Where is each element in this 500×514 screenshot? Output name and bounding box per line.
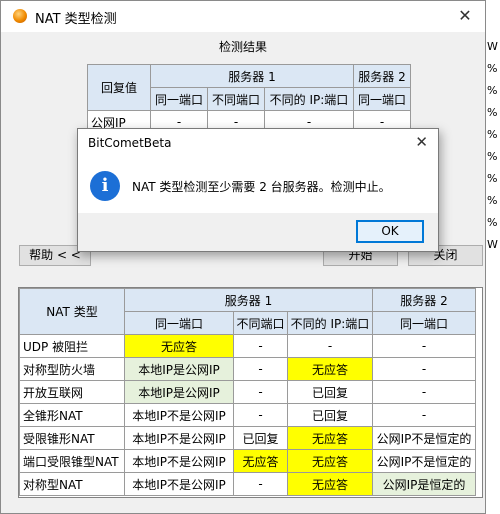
- header-server1: 服务器 1: [124, 288, 373, 312]
- info-icon: i: [90, 171, 120, 201]
- window-title: NAT 类型检测: [35, 12, 117, 27]
- table-row: UDP 被阻拦 无应答 - - -: [19, 334, 476, 358]
- nat-cell: 已回复: [233, 426, 288, 450]
- nat-cell: -: [233, 334, 288, 358]
- nat-cell: 无应答: [287, 426, 373, 450]
- sub-header: 同一端口: [150, 87, 208, 111]
- bitcomet-app-icon: [13, 9, 27, 23]
- nat-cell: 本地IP不是公网IP: [124, 449, 234, 473]
- table-row: 受限锥形NAT 本地IP不是公网IP 已回复 无应答 公网IP不是恒定的: [19, 426, 476, 450]
- nat-cell: 本地IP不是公网IP: [124, 403, 234, 427]
- dialog-title: BitCometBeta: [88, 136, 172, 150]
- nat-cell: -: [233, 357, 288, 381]
- header-nat-type: NAT 类型: [19, 288, 125, 335]
- nat-type-table: NAT 类型 服务器 1 服务器 2 同一端口 不同端口 不同的 IP:端口 同…: [19, 288, 476, 496]
- nat-cell: 无应答: [233, 449, 288, 473]
- nat-cell: -: [233, 380, 288, 404]
- nat-cell: 无应答: [287, 357, 373, 381]
- header-server2: 服务器 2: [372, 288, 476, 312]
- dialog-titlebar: BitCometBeta ✕: [78, 129, 438, 158]
- nat-type-label: 开放互联网: [19, 380, 125, 404]
- results-title: 检测结果: [218, 40, 267, 54]
- nat-type-label: 受限锥形NAT: [19, 426, 125, 450]
- ok-button[interactable]: OK: [356, 220, 424, 243]
- dialog-body: i NAT 类型检测至少需要 2 台服务器。检测中止。: [78, 158, 438, 213]
- results-table: 回复值 服务器 1 服务器 2 同一端口 不同端口 不同的 IP:端口 同一端口…: [87, 64, 411, 134]
- nat-cell: 无应答: [287, 472, 373, 496]
- nat-detect-window: NAT 类型检测 ✕ 检测结果 回复值 服务器 1 服务器 2 同一端口 不同端…: [0, 0, 486, 514]
- nat-cell: 本地IP不是公网IP: [124, 426, 234, 450]
- nat-type-label: 全锥形NAT: [19, 403, 125, 427]
- nat-type-label: 对称型NAT: [19, 472, 125, 496]
- table-row: 开放互联网 本地IP是公网IP - 已回复 -: [19, 380, 476, 404]
- nat-type-label: 端口受限锥型NAT: [19, 449, 125, 473]
- table-row: 对称型防火墙 本地IP是公网IP - 无应答 -: [19, 357, 476, 381]
- sub-header: 不同端口: [233, 311, 288, 335]
- sub-header: 同一端口: [353, 87, 411, 111]
- nat-cell: -: [233, 403, 288, 427]
- sub-header: 不同的 IP:端口: [264, 87, 354, 111]
- header-reply: 回复值: [87, 64, 151, 111]
- dialog-message: NAT 类型检测至少需要 2 台服务器。检测中止。: [132, 180, 391, 194]
- nat-cell: 本地IP是公网IP: [124, 380, 234, 404]
- nat-cell: -: [372, 357, 476, 381]
- close-icon[interactable]: ✕: [415, 133, 428, 151]
- nat-cell: 已回复: [287, 380, 373, 404]
- background-window-edge: W%% %%% %%% W: [486, 0, 500, 514]
- nat-cell: 无应答: [124, 334, 234, 358]
- header-server1: 服务器 1: [150, 64, 354, 88]
- table-row: 全锥形NAT 本地IP不是公网IP - 已回复 -: [19, 403, 476, 427]
- nat-cell: 无应答: [287, 449, 373, 473]
- bitcomet-dialog: BitCometBeta ✕ i NAT 类型检测至少需要 2 台服务器。检测中…: [77, 128, 439, 252]
- header-server2: 服务器 2: [353, 64, 411, 88]
- window-titlebar: NAT 类型检测 ✕: [1, 1, 485, 32]
- table-row: 对称型NAT 本地IP不是公网IP - 无应答 公网IP是恒定的: [19, 472, 476, 496]
- nat-cell: 已回复: [287, 403, 373, 427]
- nat-cell: -: [372, 334, 476, 358]
- nat-cell: -: [372, 380, 476, 404]
- nat-type-label: UDP 被阻拦: [19, 334, 125, 358]
- close-icon[interactable]: ✕: [453, 5, 477, 27]
- sub-header: 同一端口: [124, 311, 234, 335]
- nat-cell: 公网IP不是恒定的: [372, 449, 476, 473]
- table-row: 端口受限锥型NAT 本地IP不是公网IP 无应答 无应答 公网IP不是恒定的: [19, 449, 476, 473]
- sub-header: 不同的 IP:端口: [287, 311, 373, 335]
- nat-type-label: 对称型防火墙: [19, 357, 125, 381]
- nat-cell: 本地IP是公网IP: [124, 357, 234, 381]
- nat-cell: -: [233, 472, 288, 496]
- nat-cell: 公网IP是恒定的: [372, 472, 476, 496]
- nat-cell: -: [372, 403, 476, 427]
- nat-cell: 公网IP不是恒定的: [372, 426, 476, 450]
- sub-header: 同一端口: [372, 311, 476, 335]
- nat-cell: -: [287, 334, 373, 358]
- nat-cell: 本地IP不是公网IP: [124, 472, 234, 496]
- sub-header: 不同端口: [207, 87, 265, 111]
